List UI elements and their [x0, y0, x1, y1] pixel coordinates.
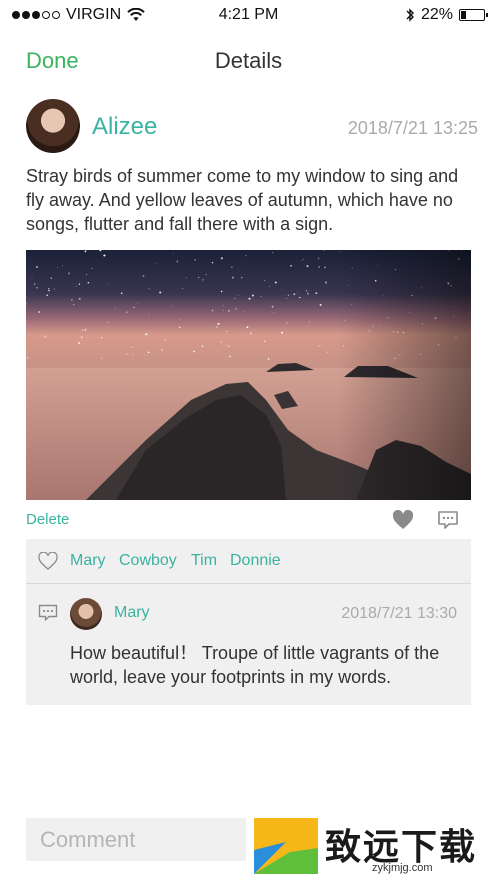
comment-input[interactable] [26, 818, 246, 861]
battery-icon [459, 9, 488, 21]
liker-name[interactable]: Tim [191, 552, 217, 570]
status-bar: VIRGIN 4:21 PM 22% [0, 0, 497, 32]
post-timestamp: 2018/7/21 13:25 [347, 118, 478, 138]
nav-bar: Done Details [0, 40, 497, 80]
post-photo[interactable] [26, 250, 471, 500]
interaction-panel: Mary Cowboy Tim Donnie Mary 2018/7/21 13… [26, 539, 471, 705]
post-text: Stray birds of summer come to my window … [26, 166, 459, 234]
like-heart-icon[interactable] [392, 510, 414, 530]
likes-heart-icon [38, 552, 58, 570]
bluetooth-icon [406, 8, 414, 22]
comment-timestamp: 2018/7/21 13:30 [341, 605, 457, 622]
liker-name[interactable]: Mary [70, 552, 106, 570]
battery-percent: 22% [420, 6, 453, 23]
watermark-url: zykjmjg.com [372, 862, 433, 874]
status-right: 22% [405, 6, 488, 24]
comment-icon [38, 604, 58, 621]
author-avatar[interactable] [26, 99, 80, 153]
commenter-name[interactable]: Mary [114, 604, 150, 622]
comment-text: How beautiful！ Troupe of little vagrants… [70, 643, 440, 687]
author-name[interactable]: Alizee [92, 113, 157, 141]
liker-name[interactable]: Donnie [230, 552, 281, 570]
likes-row: Mary Cowboy Tim Donnie [26, 539, 471, 584]
commenter-avatar[interactable] [70, 598, 102, 630]
page-title: Details [214, 48, 283, 73]
liker-name[interactable]: Cowboy [119, 552, 177, 570]
delete-button[interactable]: Delete [26, 511, 69, 528]
night-sky-seascape-image [26, 250, 471, 500]
comment-bubble-icon[interactable] [437, 510, 459, 530]
